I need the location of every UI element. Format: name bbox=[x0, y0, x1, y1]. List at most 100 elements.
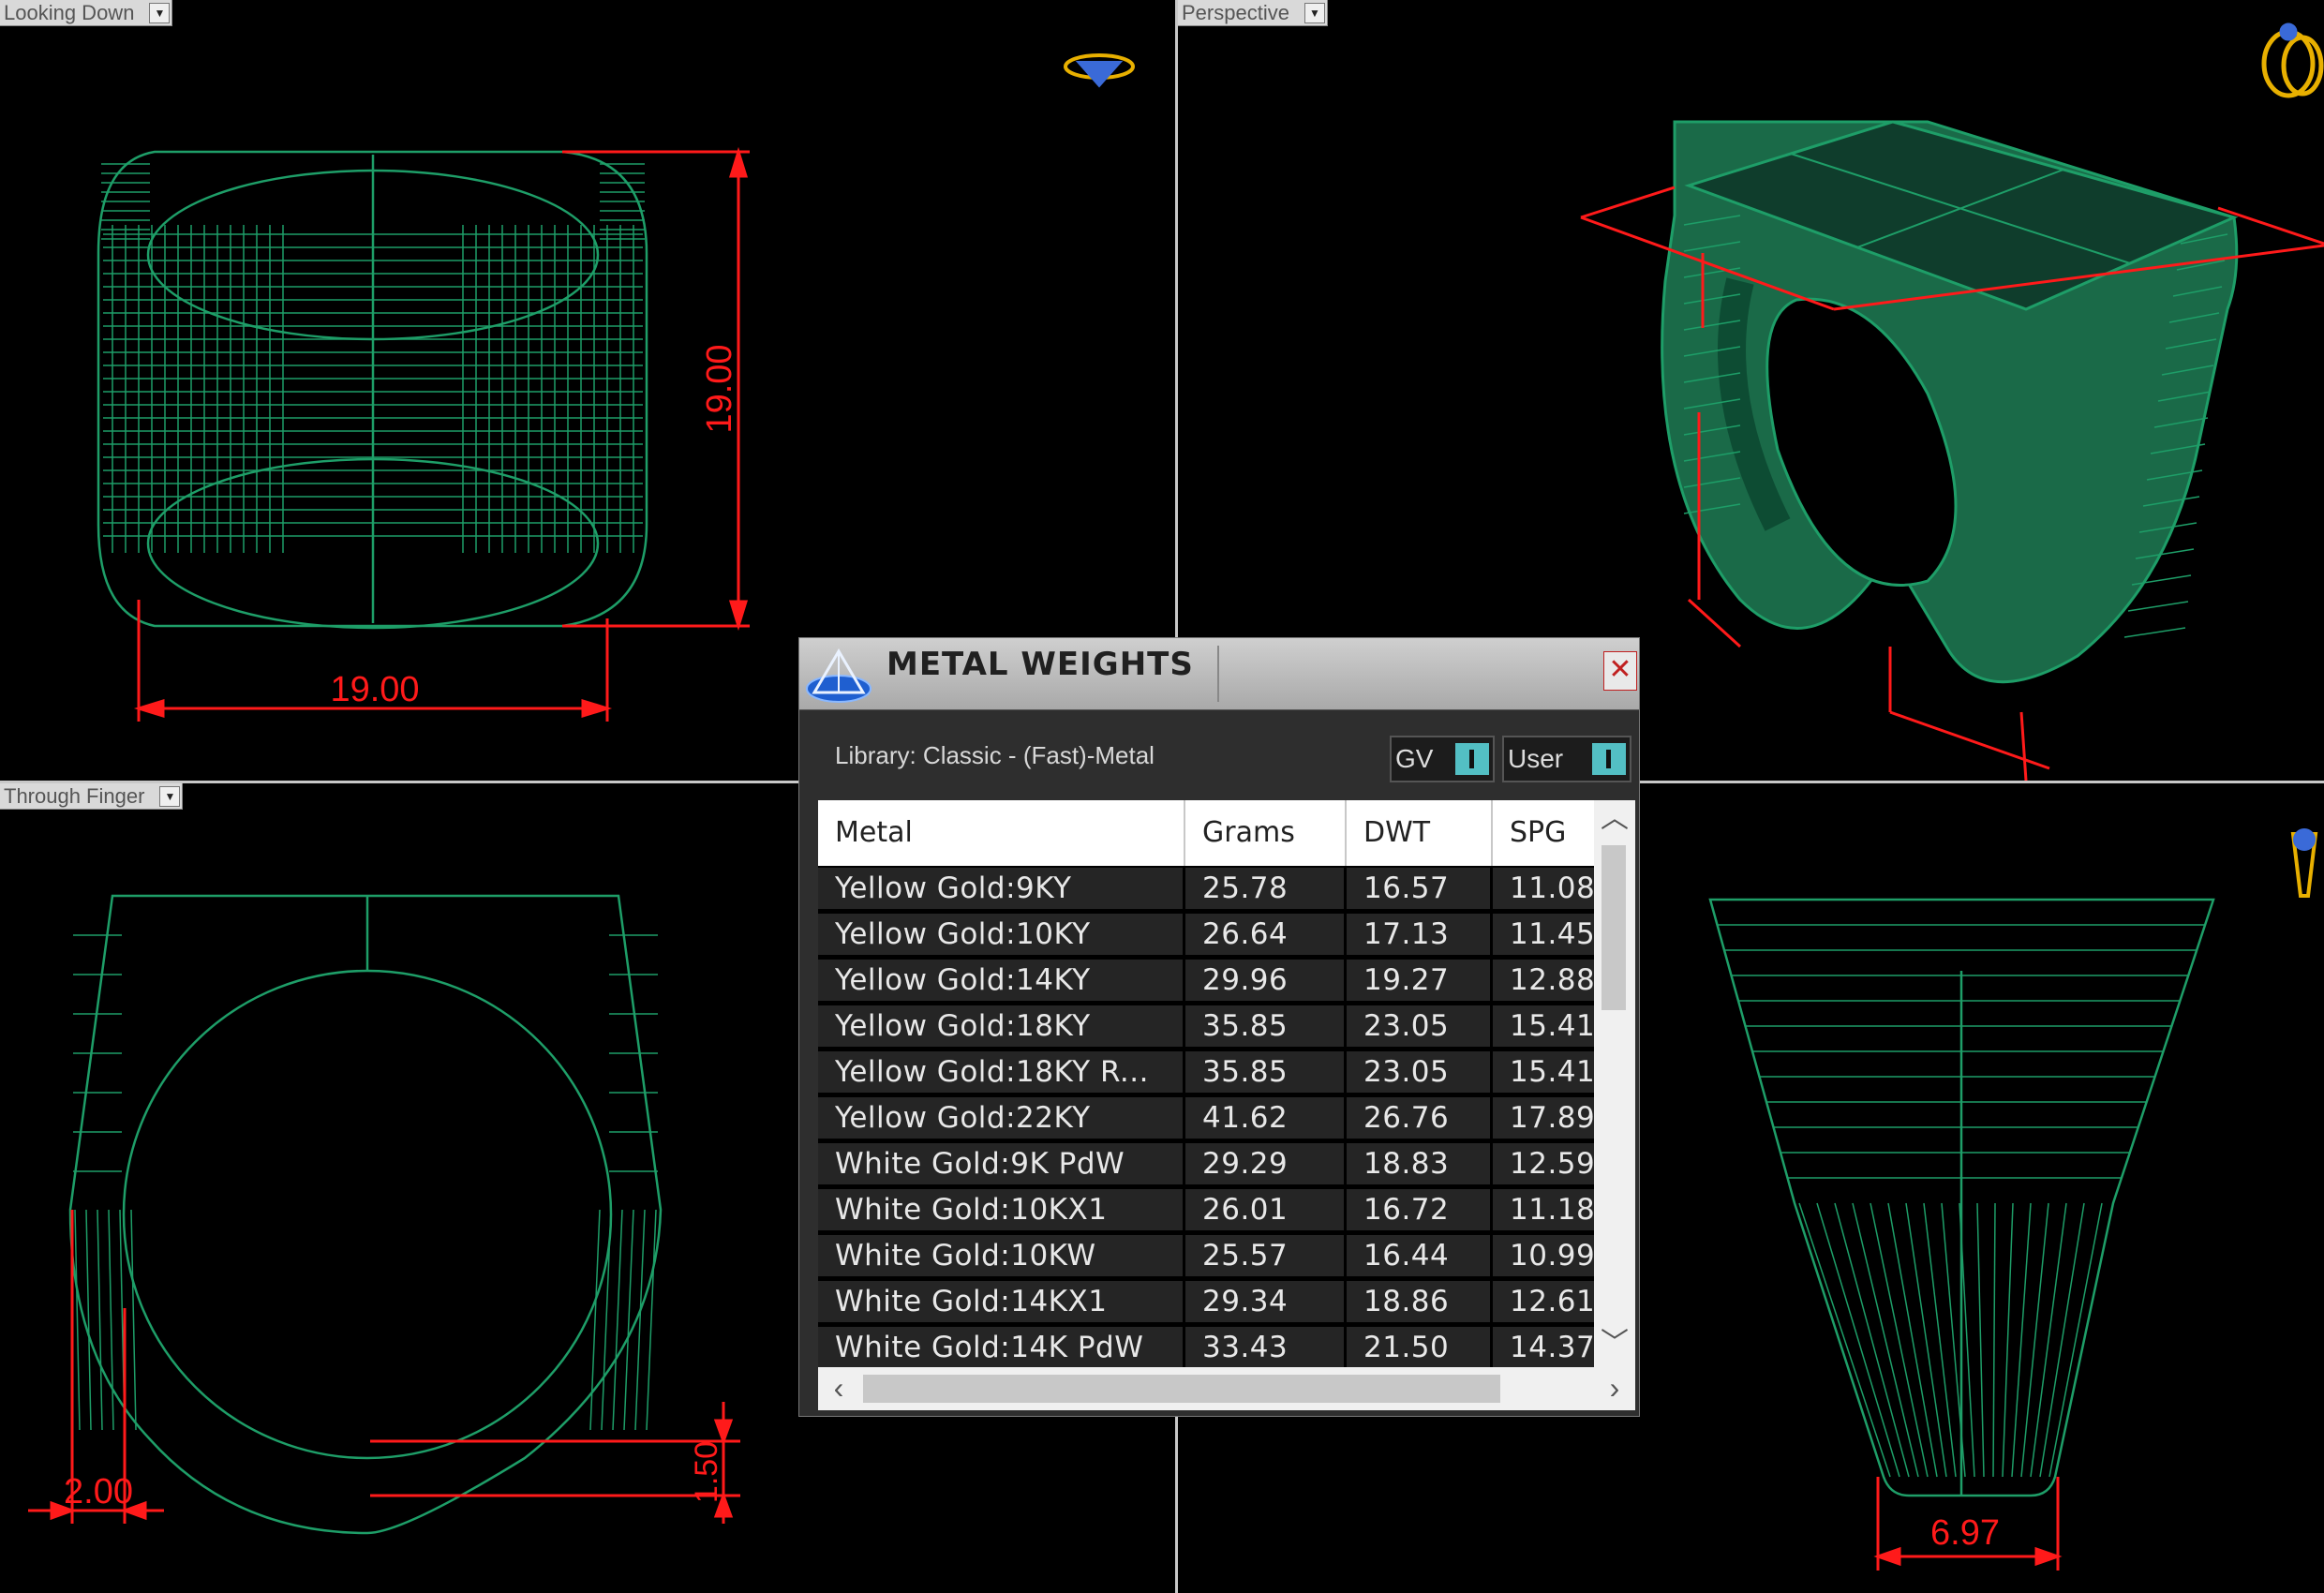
title-separator bbox=[1217, 646, 1219, 702]
user-toggle[interactable]: User bbox=[1502, 736, 1631, 782]
cell-grams: 26.64 bbox=[1185, 914, 1344, 955]
cell-spg: 11.08 bbox=[1493, 868, 1594, 909]
chevron-down-icon[interactable]: ▼ bbox=[159, 786, 181, 807]
gv-toggle-knob[interactable] bbox=[1455, 743, 1489, 775]
cell-metal: Yellow Gold:10KY bbox=[818, 914, 1183, 955]
cell-dwt: 23.05 bbox=[1347, 1005, 1490, 1047]
wire-line bbox=[589, 1209, 601, 1431]
cell-metal: Yellow Gold:14KY bbox=[818, 960, 1183, 1001]
cell-metal: White Gold:9K PdW bbox=[818, 1143, 1183, 1184]
wire-line bbox=[2127, 601, 2189, 612]
viewport-label-text: Perspective bbox=[1182, 1, 1289, 24]
column-header-grams[interactable]: Grams bbox=[1185, 800, 1347, 866]
cell-metal: White Gold:10KW bbox=[818, 1235, 1183, 1276]
scroll-down-icon[interactable]: ﹀ bbox=[1594, 1325, 1635, 1362]
cell-spg: 10.99 bbox=[1493, 1235, 1594, 1276]
gv-toggle-label: GV bbox=[1395, 744, 1434, 773]
dialog-title: METAL WEIGHTS bbox=[886, 646, 1194, 683]
column-header-metal[interactable]: Metal bbox=[818, 800, 1185, 866]
metal-weights-dialog[interactable]: METAL WEIGHTS ✕ Library: Classic - (Fast… bbox=[798, 637, 1640, 1417]
cell-grams: 25.57 bbox=[1185, 1235, 1344, 1276]
scroll-right-icon[interactable]: › bbox=[1594, 1367, 1635, 1410]
cell-dwt: 23.05 bbox=[1347, 1051, 1490, 1093]
user-toggle-label: User bbox=[1508, 744, 1564, 773]
cell-dwt: 19.27 bbox=[1347, 960, 1490, 1001]
cell-grams: 26.01 bbox=[1185, 1189, 1344, 1230]
cell-grams: 41.62 bbox=[1185, 1097, 1344, 1139]
metal-weights-table[interactable]: Metal Grams DWT SPG Yellow Gold:9KY 25.78… bbox=[818, 800, 1594, 1367]
viewport-label-perspective[interactable]: Perspective ▼ bbox=[1178, 0, 1328, 26]
cell-grams: 33.43 bbox=[1185, 1327, 1344, 1367]
wire-line bbox=[1992, 1202, 1996, 1478]
side-view-cube-icon[interactable] bbox=[2290, 828, 2318, 898]
cell-metal: White Gold:10KX1 bbox=[818, 1189, 1183, 1230]
user-toggle-knob[interactable] bbox=[1592, 743, 1626, 775]
wire-line bbox=[1834, 1202, 1910, 1478]
library-label: Library: Classic - (Fast)-Metal bbox=[835, 741, 1155, 769]
cell-spg: 11.18 bbox=[1493, 1189, 1594, 1230]
cell-dwt: 16.44 bbox=[1347, 1235, 1490, 1276]
chevron-down-icon[interactable]: ▼ bbox=[149, 3, 171, 23]
cell-spg: 14.37 bbox=[1493, 1327, 1594, 1367]
wire-line bbox=[1852, 1202, 1919, 1478]
wire-line bbox=[2002, 1202, 2014, 1478]
viewport-label-through-finger[interactable]: Through Finger ▼ bbox=[0, 783, 184, 810]
cell-spg: 11.45 bbox=[1493, 914, 1594, 955]
cell-spg: 17.89 bbox=[1493, 1097, 1594, 1139]
wire-line bbox=[1976, 1202, 1985, 1478]
wire-line bbox=[2123, 627, 2186, 638]
wire-line bbox=[1798, 1202, 1891, 1478]
cell-dwt: 17.13 bbox=[1347, 914, 1490, 955]
scale-logo-icon bbox=[806, 648, 872, 703]
cell-grams: 29.34 bbox=[1185, 1281, 1344, 1322]
viewport-label-text: Looking Down bbox=[4, 1, 135, 24]
cell-metal: Yellow Gold:18KY R... bbox=[818, 1051, 1183, 1093]
wire-line bbox=[646, 1209, 657, 1431]
wire-line bbox=[108, 1209, 114, 1431]
wire-line bbox=[1816, 1202, 1900, 1478]
cell-spg: 12.88 bbox=[1493, 960, 1594, 1001]
wire-line bbox=[97, 1209, 103, 1431]
cell-grams: 29.29 bbox=[1185, 1143, 1344, 1184]
dim-width-label: 19.00 bbox=[330, 670, 419, 709]
cell-metal: Yellow Gold:22KY bbox=[818, 1097, 1183, 1139]
wire-line bbox=[2030, 1202, 2067, 1478]
cell-dwt: 21.50 bbox=[1347, 1327, 1490, 1367]
viewport-label-text: Through Finger bbox=[4, 784, 145, 808]
scroll-left-icon[interactable]: ‹ bbox=[818, 1367, 859, 1410]
gv-toggle[interactable]: GV bbox=[1390, 736, 1495, 782]
viewport-label-looking-down[interactable]: Looking Down ▼ bbox=[0, 0, 173, 26]
chevron-down-icon[interactable]: ▼ bbox=[1304, 3, 1325, 23]
dim-bottom-label: 1.50 bbox=[689, 1441, 724, 1503]
dialog-titlebar[interactable]: METAL WEIGHTS ✕ bbox=[799, 638, 1639, 710]
wire-line bbox=[2020, 1202, 2049, 1478]
scroll-up-icon[interactable]: ︿ bbox=[1594, 800, 1635, 838]
dim-thickness-label: 2.00 bbox=[64, 1472, 133, 1511]
cell-grams: 29.96 bbox=[1185, 960, 1344, 1001]
top-view-cube-icon[interactable] bbox=[1064, 53, 1135, 88]
vertical-scrollbar[interactable]: ︿ ﹀ bbox=[1594, 800, 1635, 1367]
vertical-scroll-thumb[interactable] bbox=[1601, 845, 1626, 1010]
close-button[interactable]: ✕ bbox=[1603, 651, 1637, 691]
wire-line bbox=[2048, 1202, 2103, 1478]
horizontal-scrollbar[interactable]: ‹ › bbox=[818, 1367, 1635, 1410]
dim-height-label: 19.00 bbox=[700, 344, 739, 433]
column-header-dwt[interactable]: DWT bbox=[1347, 800, 1493, 866]
wire-line bbox=[601, 1209, 612, 1431]
cell-grams: 25.78 bbox=[1185, 868, 1344, 909]
cell-grams: 35.85 bbox=[1185, 1005, 1344, 1047]
cell-metal: Yellow Gold:9KY bbox=[818, 868, 1183, 909]
cell-grams: 35.85 bbox=[1185, 1051, 1344, 1093]
horizontal-scroll-thumb[interactable] bbox=[863, 1375, 1500, 1403]
cell-spg: 12.59 bbox=[1493, 1143, 1594, 1184]
cell-metal: Yellow Gold:18KY bbox=[818, 1005, 1183, 1047]
cell-dwt: 18.86 bbox=[1347, 1281, 1490, 1322]
column-header-spg[interactable]: SPG bbox=[1493, 800, 1594, 866]
cell-spg: 12.61 bbox=[1493, 1281, 1594, 1322]
wire-line bbox=[1870, 1202, 1929, 1478]
wire-line bbox=[74, 1209, 81, 1431]
cell-metal: White Gold:14K PdW bbox=[818, 1327, 1183, 1367]
perspective-view-cube-icon[interactable] bbox=[2261, 22, 2324, 98]
wire-line bbox=[612, 1209, 623, 1431]
wire-line bbox=[85, 1209, 92, 1431]
